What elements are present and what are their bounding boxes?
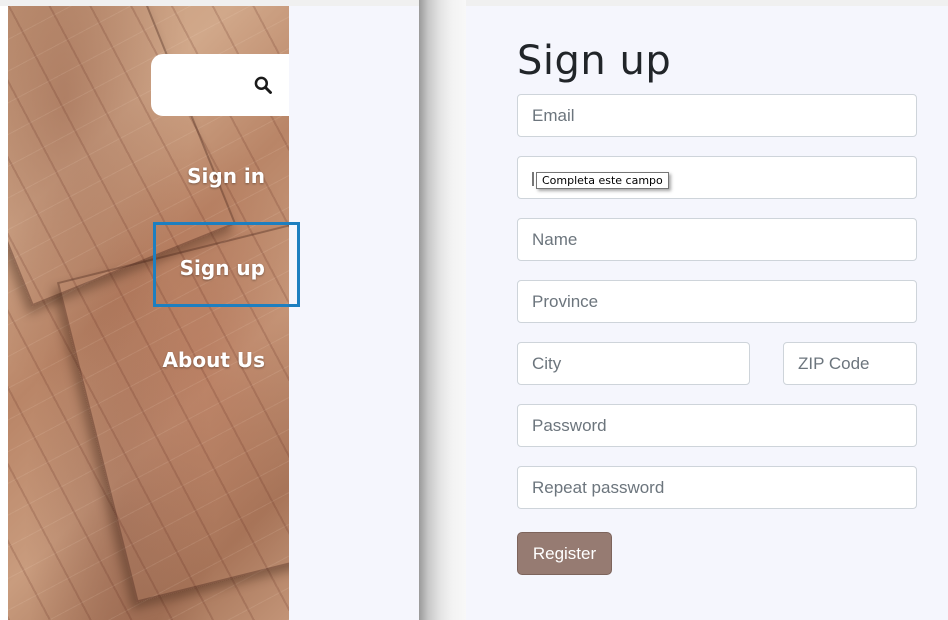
page-title: Sign up [517,38,672,84]
signup-form: Sign up Completa este campo Register [466,6,948,620]
validation-tooltip: Completa este campo [536,172,669,189]
nav-about-us[interactable]: About Us [163,348,265,372]
email-field[interactable] [517,94,917,137]
name-field[interactable] [517,218,917,261]
search-icon [254,76,272,94]
city-field[interactable] [517,342,750,385]
nav-sign-up[interactable]: Sign up [180,256,265,280]
zip-code-field[interactable] [783,342,917,385]
text-cursor [532,172,534,186]
repeat-password-field[interactable] [517,466,917,509]
sidebar: Sign in Sign up About Us [8,6,289,620]
search-button[interactable] [151,54,289,116]
province-field[interactable] [517,280,917,323]
panel-divider [419,0,466,620]
nav-sign-in[interactable]: Sign in [187,164,265,188]
password-field[interactable] [517,404,917,447]
content-panel-edge [289,6,419,620]
register-button[interactable]: Register [517,532,612,575]
